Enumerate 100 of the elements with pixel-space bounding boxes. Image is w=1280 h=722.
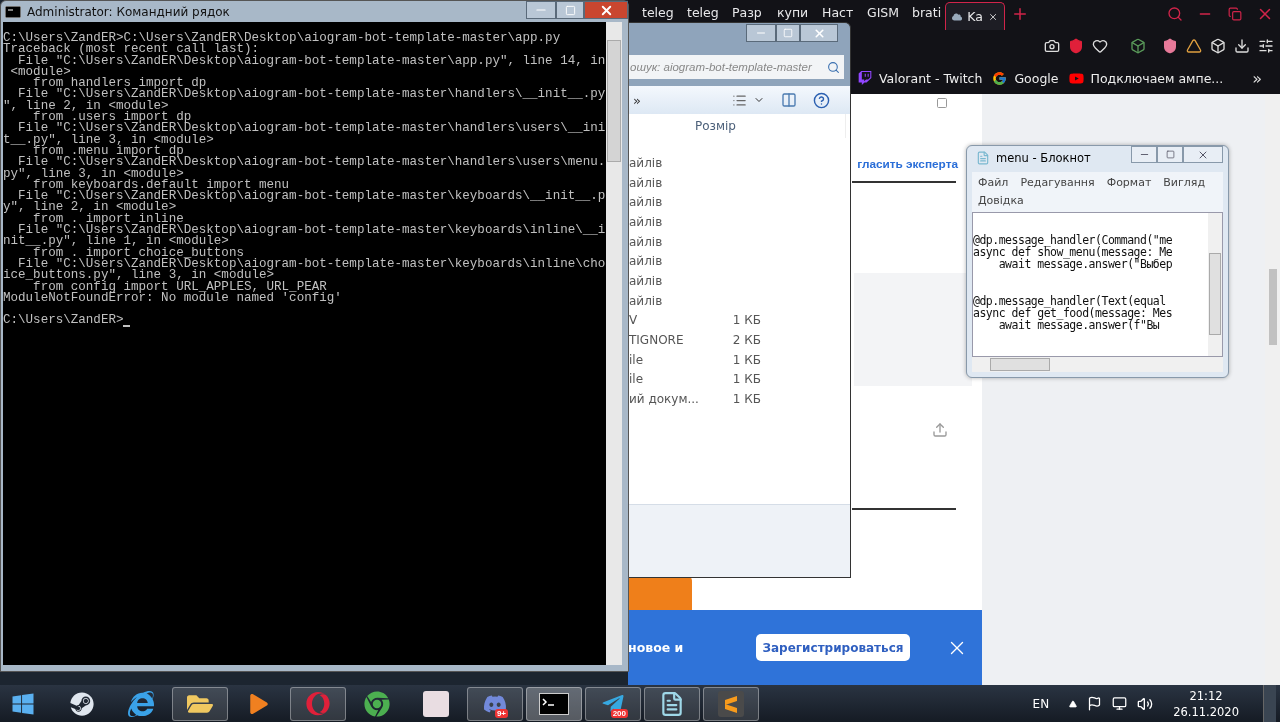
browser-tab[interactable]: купи	[765, 2, 810, 22]
maximize-icon[interactable]	[1165, 150, 1175, 159]
browser-tab[interactable]: teleg	[675, 2, 720, 22]
menu-item[interactable]: Файл	[978, 174, 1009, 192]
file-name: V	[629, 313, 639, 328]
file-name: айлів	[629, 234, 664, 249]
heart-icon[interactable]	[1092, 38, 1108, 54]
console-line: nit__.py", line 1, in <module>	[3, 236, 229, 248]
taskbar-button[interactable]	[172, 686, 228, 721]
flag-icon[interactable]	[1087, 696, 1103, 711]
show-hidden-icon[interactable]	[1069, 699, 1078, 708]
taskbar-button[interactable]	[644, 686, 700, 721]
file-size: 2 КБ	[731, 333, 761, 348]
banner-text: новое и	[628, 640, 685, 655]
plus-icon[interactable]	[1011, 5, 1029, 23]
clock[interactable]: 21:12 26.11.2020	[1173, 687, 1239, 720]
shield-icon[interactable]	[1068, 38, 1084, 54]
network-icon[interactable]	[1112, 696, 1128, 711]
search-icon	[827, 60, 840, 74]
code-line: await message.answer(f"Вы	[998, 319, 1161, 332]
code-line: @dp.message_handler(Command("me	[973, 234, 1174, 247]
browser-tab[interactable]: Разр	[720, 2, 765, 22]
console-line: File "C:\Users\ZandER\Desktop\aiogram-bot-template-master\handlers\__init__.py	[17, 89, 606, 101]
more-button[interactable]: »	[633, 92, 641, 108]
help-icon[interactable]	[813, 91, 830, 109]
windows-logo-icon	[11, 691, 35, 716]
square-icon	[936, 97, 948, 109]
camera-icon[interactable]	[1044, 38, 1060, 54]
view-icon[interactable]	[732, 92, 747, 108]
notification-badge: 200	[610, 708, 628, 718]
extension-icon[interactable]	[1186, 38, 1202, 54]
chrome-icon	[364, 690, 390, 717]
scrollbar[interactable]	[606, 22, 622, 665]
google-icon	[992, 70, 1008, 86]
console-line: ModuleNotFoundError: No module named 'config'	[3, 292, 343, 305]
code-line: await message.answer("Выбер	[998, 258, 1174, 271]
window-title: Administrator: Командний рядок	[27, 4, 230, 19]
preview-pane-icon[interactable]	[781, 92, 797, 108]
file-name: TIGNORE	[629, 333, 685, 348]
settings-icon[interactable]	[1258, 38, 1274, 54]
scrollbar[interactable]	[1208, 213, 1222, 356]
file-name: айлів	[629, 175, 664, 190]
console-prompt: C:\Users\ZandER>	[3, 315, 124, 327]
scrollbar[interactable]	[972, 357, 1223, 372]
search-icon[interactable]	[1167, 6, 1183, 22]
taskbar-button[interactable]	[703, 686, 759, 721]
file-name: айлів	[629, 155, 664, 170]
browser-tab[interactable]: GISM	[855, 2, 900, 22]
expert-link[interactable]: гласить эксперта	[857, 157, 958, 171]
file-name: айлів	[629, 273, 664, 288]
file-name: айлів	[629, 293, 664, 308]
menu-item[interactable]: Формат	[1106, 174, 1152, 192]
language-indicator[interactable]: EN	[1032, 696, 1050, 711]
file-size: 1 КБ	[731, 313, 761, 328]
taskbar-button[interactable]	[526, 686, 582, 721]
steam-icon	[70, 691, 94, 716]
notification-badge: 9+	[494, 708, 508, 718]
console-line: ice_buttons.py", line 3, in <module>	[3, 270, 275, 282]
file-size: 1 КБ	[731, 392, 761, 407]
play-icon	[249, 693, 269, 714]
menu-item[interactable]: Редагування	[1020, 174, 1095, 192]
bookmark-label: Google	[1014, 70, 1059, 86]
volume-icon[interactable]	[1137, 695, 1154, 712]
bookmark-link[interactable]: Google	[992, 70, 1059, 86]
twitch-icon	[858, 71, 872, 85]
file-name: ile	[629, 372, 645, 387]
restore-icon[interactable]	[1228, 7, 1242, 21]
console-line: y", line 2, in <module>	[3, 202, 177, 214]
browser-tab[interactable]: brati	[900, 2, 945, 22]
cube-icon[interactable]	[1130, 38, 1146, 54]
bookmark-link[interactable]: Valorant - Twitch	[858, 70, 983, 86]
console-line: py", line 3, in <module>	[3, 168, 184, 180]
console-line: File "C:\Users\ZandER\Desktop\aiogram-bot-template-master\handlers\users\menu.	[18, 157, 606, 169]
download-icon[interactable]	[1234, 38, 1250, 54]
taskbar-button[interactable]: 9+	[467, 686, 523, 721]
console-line: File "C:\Users\ZandER\Desktop\aiogram-bot-template-master\handlers\users\__ini	[18, 123, 606, 135]
browser-tab[interactable]: Наст	[810, 2, 855, 22]
browser-tab[interactable]: teleg	[630, 2, 675, 22]
more-bookmarks-button[interactable]: »	[1252, 68, 1262, 88]
ie-icon	[128, 690, 154, 717]
console-icon	[5, 5, 21, 18]
notepad-icon	[976, 151, 990, 165]
file-size: 1 КБ	[731, 352, 761, 367]
text-area[interactable]: @dp.message_handler(Command("me async def show_menu(message: Me await message.answer("Выбер @dp.message_handler(Text(equal async def get_food(message: Mes await message.answer(f"Вы	[972, 212, 1223, 357]
console-icon	[539, 692, 569, 715]
file-name: айлів	[629, 214, 664, 229]
column-header[interactable]: Розмір	[629, 114, 846, 138]
shield-icon[interactable]	[1162, 38, 1178, 54]
code-line: @dp.message_handler(Text(equal	[973, 294, 1166, 308]
browser-tab[interactable]: Ka	[945, 2, 1005, 30]
menu-item[interactable]: Довідка	[978, 192, 1024, 210]
menu-item[interactable]: Вигляд	[1163, 174, 1206, 192]
file-name: ий докум...	[629, 392, 700, 407]
avatar-placeholder	[423, 690, 449, 717]
taskbar-button[interactable]: 200	[585, 686, 641, 721]
register-button[interactable]: Зарегистрироваться	[756, 634, 910, 661]
upload-icon	[932, 422, 948, 438]
code-line: async def get_food(message: Mes	[973, 307, 1174, 320]
scrollbar[interactable]	[1265, 94, 1280, 685]
console-line: from . import choice_buttons	[33, 247, 244, 259]
